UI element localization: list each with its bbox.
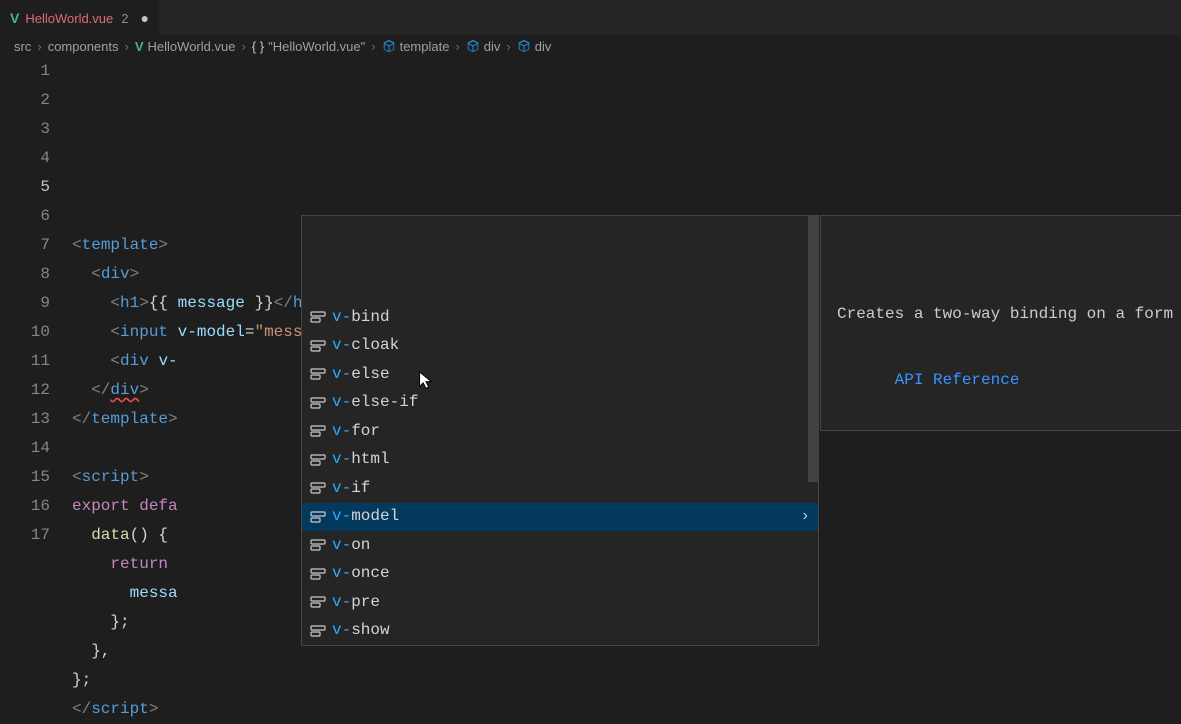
braces-icon: { } (252, 39, 264, 54)
line-number: 9 (0, 289, 50, 318)
suggest-label: v-pre (332, 588, 380, 617)
suggest-item-v-model[interactable]: v-model › (302, 503, 818, 532)
suggest-item-v-html[interactable]: v-html (302, 446, 818, 475)
line-number: 2 (0, 86, 50, 115)
suggest-label: v-else-if (332, 388, 418, 417)
keyword-icon (310, 509, 326, 525)
cube-icon (517, 39, 531, 53)
breadcrumb-item[interactable]: "HelloWorld.vue" (268, 39, 365, 54)
breadcrumb-separator-icon: › (506, 39, 510, 54)
line-number: 3 (0, 115, 50, 144)
line-number: 16 (0, 492, 50, 521)
line-gutter: 1234567891011121314151617 (0, 57, 72, 724)
code-line[interactable]: }; (72, 666, 1181, 695)
suggest-item-v-bind[interactable]: v-bind (302, 303, 818, 332)
suggest-item-v-for[interactable]: v-for (302, 417, 818, 446)
breadcrumb-separator-icon: › (37, 39, 41, 54)
code-line[interactable]: </script> (72, 695, 1181, 724)
suggest-item-v-else[interactable]: v-else (302, 360, 818, 389)
tab-filename: HelloWorld.vue (25, 11, 113, 26)
vue-icon: V (135, 39, 144, 54)
suggest-item-v-on[interactable]: v-on (302, 531, 818, 560)
breadcrumb-item[interactable]: div (535, 39, 552, 54)
tab-helloworld[interactable]: V HelloWorld.vue 2 ● (0, 0, 159, 35)
line-number: 14 (0, 434, 50, 463)
keyword-icon (310, 366, 326, 382)
cube-icon (466, 39, 480, 53)
vue-icon: V (10, 10, 19, 26)
line-number: 6 (0, 202, 50, 231)
doc-text: Creates a two-way binding on a form inpu… (837, 302, 1181, 326)
suggest-item-v-show[interactable]: v-show (302, 617, 818, 646)
dirty-indicator-icon: ● (141, 10, 149, 26)
keyword-icon (310, 338, 326, 354)
line-number: 12 (0, 376, 50, 405)
line-number: 4 (0, 144, 50, 173)
breadcrumb-separator-icon: › (241, 39, 245, 54)
suggest-label: v-once (332, 559, 390, 588)
suggest-widget[interactable]: v-bindv-cloakv-elsev-else-ifv-forv-htmlv… (301, 215, 819, 646)
line-number: 1 (0, 57, 50, 86)
keyword-icon (310, 309, 326, 325)
tab-badge: 2 (121, 11, 128, 26)
suggest-label: v-if (332, 474, 370, 503)
line-number: 17 (0, 521, 50, 550)
code-editor[interactable]: 1234567891011121314151617 v-bindv-cloakv… (0, 57, 1181, 724)
code-content[interactable]: v-bindv-cloakv-elsev-else-ifv-forv-htmlv… (72, 57, 1181, 724)
keyword-icon (310, 423, 326, 439)
suggest-label: v-model (332, 502, 399, 531)
line-number: 8 (0, 260, 50, 289)
suggest-item-v-pre[interactable]: v-pre (302, 588, 818, 617)
breadcrumb-item[interactable]: HelloWorld.vue (148, 39, 236, 54)
suggest-item-v-cloak[interactable]: v-cloak (302, 332, 818, 361)
suggest-label: v-show (332, 616, 390, 645)
breadcrumb-item[interactable]: div (484, 39, 501, 54)
suggest-label: v-html (332, 445, 390, 474)
suggest-label: v-bind (332, 303, 390, 332)
keyword-icon (310, 594, 326, 610)
suggest-label: v-for (332, 417, 380, 446)
api-reference-link[interactable]: API Reference (895, 368, 1020, 392)
line-number: 10 (0, 318, 50, 347)
line-number: 15 (0, 463, 50, 492)
breadcrumb-item[interactable]: components (48, 39, 119, 54)
keyword-icon (310, 395, 326, 411)
keyword-icon (310, 623, 326, 639)
breadcrumb-separator-icon: › (455, 39, 459, 54)
keyword-icon (310, 566, 326, 582)
suggest-item-v-once[interactable]: v-once (302, 560, 818, 589)
line-number: 13 (0, 405, 50, 434)
breadcrumb-separator-icon: › (125, 39, 129, 54)
breadcrumb[interactable]: src › components › V HelloWorld.vue › { … (0, 35, 1181, 57)
suggest-documentation: ✕ Creates a two-way binding on a form in… (820, 215, 1181, 431)
suggest-item-v-if[interactable]: v-if (302, 474, 818, 503)
breadcrumb-separator-icon: › (371, 39, 375, 54)
tab-bar: V HelloWorld.vue 2 ● (0, 0, 1181, 35)
suggest-item-v-else-if[interactable]: v-else-if (302, 389, 818, 418)
line-number: 7 (0, 231, 50, 260)
breadcrumb-item[interactable]: src (14, 39, 31, 54)
keyword-icon (310, 480, 326, 496)
chevron-right-icon: › (800, 502, 810, 531)
keyword-icon (310, 452, 326, 468)
keyword-icon (310, 537, 326, 553)
suggest-label: v-else (332, 360, 390, 389)
line-number: 5 (0, 173, 50, 202)
cube-icon (382, 39, 396, 53)
line-number: 11 (0, 347, 50, 376)
suggest-label: v-cloak (332, 331, 399, 360)
suggest-label: v-on (332, 531, 370, 560)
breadcrumb-item[interactable]: template (400, 39, 450, 54)
